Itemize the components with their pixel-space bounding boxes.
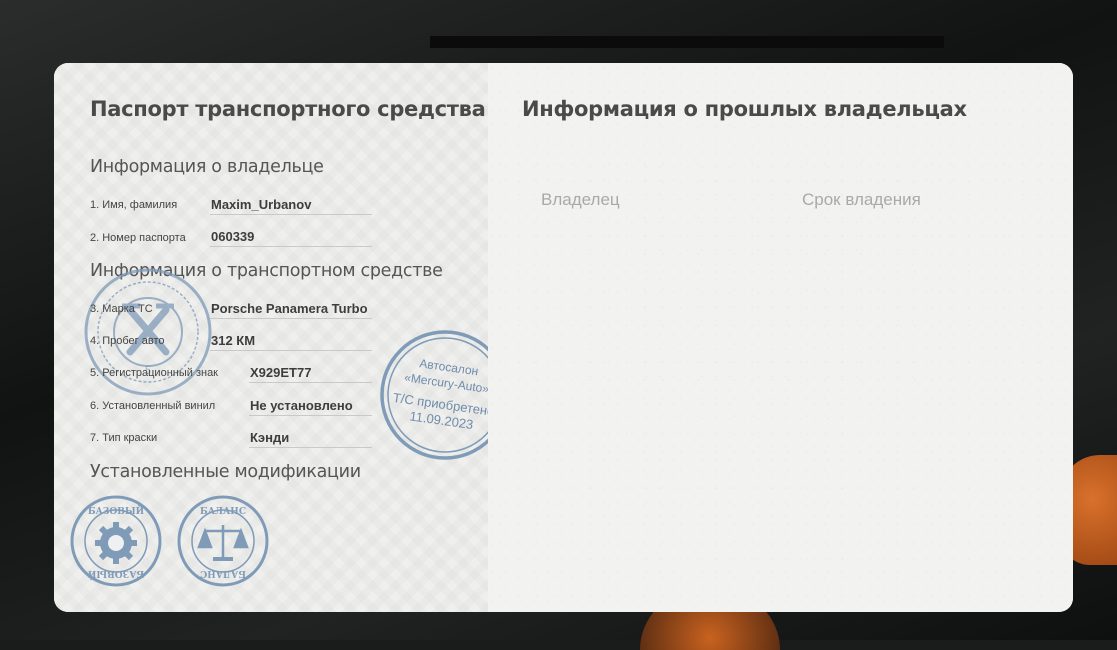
paint-type-value: Кэнди	[250, 430, 290, 445]
scales-icon	[197, 525, 249, 561]
vehicle-brand-underline	[210, 318, 372, 319]
mods-section-title: Установленные модификации	[90, 462, 361, 482]
vehicle-brand-value: Porsche Panamera Turbo	[211, 301, 368, 316]
mod-stamp-balance: БАЛАНС БАЛАНС	[177, 495, 269, 587]
passport-number-underline	[210, 246, 372, 247]
mileage-underline	[210, 350, 372, 351]
history-col-owner: Владелец	[541, 190, 620, 209]
history-col-period: Срок владения	[802, 190, 921, 209]
mod-stamp-balance-top: БАЛАНС	[200, 507, 246, 517]
owner-name-value: Maxim_Urbanov	[211, 197, 312, 212]
vehicle-brand-label: 3. Марка ТС	[90, 303, 153, 315]
vinyl-label: 6. Установленный винил	[90, 400, 216, 412]
vinyl-value: Не установлено	[250, 398, 353, 413]
paint-type-label: 7. Тип краски	[90, 432, 158, 444]
mod-stamp-balance-bottom: БАЛАНС	[200, 568, 246, 578]
mod-stamp-base: БАЗОВЫЙ БАЗОВЫЙ	[70, 495, 162, 587]
mileage-label: 4. Пробег авто	[90, 335, 165, 347]
plate-label: 5. Регистрационный знак	[90, 367, 218, 379]
passport-left-page: Паспорт транспортного средства Информаци…	[54, 63, 510, 612]
gear-icon	[95, 522, 137, 564]
history-title: Информация о прошлых владельцах	[522, 97, 967, 121]
plate-value: X929ET77	[250, 365, 312, 380]
vinyl-underline	[249, 415, 372, 416]
paint-type-underline	[249, 447, 372, 448]
background-stripe	[430, 36, 944, 48]
passport-number-value: 060339	[211, 229, 255, 244]
passport-number-label: 2. Номер паспорта	[90, 232, 186, 244]
plate-underline	[249, 382, 372, 383]
owner-section-title: Информация о владельце	[90, 157, 324, 177]
mod-stamp-base-top: БАЗОВЫЙ	[88, 504, 145, 517]
passport-right-page: Информация о прошлых владельцах Владелец…	[488, 63, 1073, 612]
owner-name-label: 1. Имя, фамилия	[90, 199, 178, 211]
owner-name-underline	[210, 214, 372, 215]
passport-title: Паспорт транспортного средства	[90, 97, 486, 121]
vehicle-passport-document: Паспорт транспортного средства Информаци…	[54, 63, 1073, 612]
mileage-value: 312 КМ	[211, 333, 256, 348]
